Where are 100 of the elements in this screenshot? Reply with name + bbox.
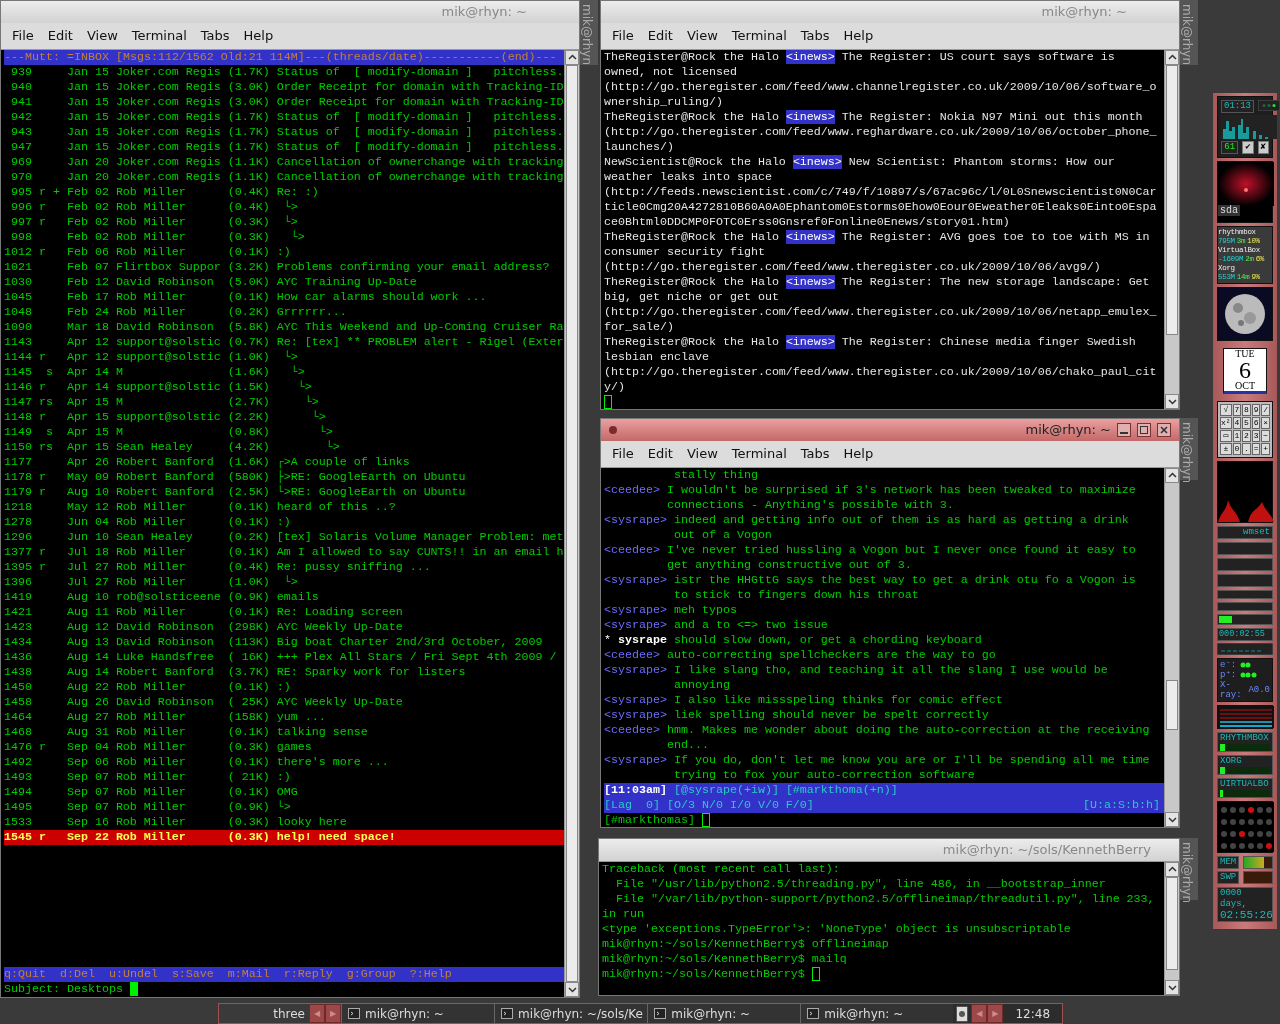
message-row[interactable]: 997 r Feb 02 Rob Miller (0.3K) └>	[4, 214, 564, 230]
message-row[interactable]: 1143 Apr 12 support@solstic (0.7K) Re: [tex] ** PROBLEM alert - Rigel (Exter	[4, 334, 564, 350]
message-row[interactable]: 1476 r Sep 04 Rob Miller (0.3K) games	[4, 739, 564, 755]
menu-item[interactable]: File	[5, 24, 41, 48]
message-row[interactable]: 939 Jan 15 Joker.com Regis (1.7K) Status of [ modify-domain ] pitchless.	[4, 64, 564, 80]
calculator-key[interactable]: 0	[1232, 443, 1242, 455]
calculator-key[interactable]: x²	[1220, 417, 1232, 429]
menu-item[interactable]: Edit	[640, 442, 680, 466]
task-button[interactable]: mik@rhyn: ~	[647, 1004, 801, 1023]
dock-button[interactable]: ✔	[1242, 141, 1254, 154]
message-row[interactable]: 1012 r Feb 06 Rob Miller (0.1K) :)	[4, 244, 564, 260]
calculator-key[interactable]: 3	[1251, 430, 1261, 442]
message-row[interactable]: 995 r + Feb 02 Rob Miller (0.4K) Re: :)	[4, 184, 564, 200]
close-icon[interactable]	[1157, 423, 1171, 437]
menu-item[interactable]: Tabs	[793, 24, 837, 48]
message-row[interactable]: 1150 rs Apr 15 Sean Healey (4.2K) └>	[4, 439, 564, 455]
scrollbar[interactable]	[1164, 49, 1179, 409]
message-row[interactable]: 1148 r Apr 15 support@solstic (2.2K) └>	[4, 409, 564, 425]
task-button[interactable]: mik@rhyn: ~	[341, 1004, 495, 1023]
calculator-key[interactable]: +	[1261, 443, 1270, 455]
message-row[interactable]: 996 r Feb 02 Rob Miller (0.4K) └>	[4, 199, 564, 215]
message-row[interactable]: 1421 Aug 11 Rob Miller (0.1K) Re: Loading screen	[4, 604, 564, 620]
message-row[interactable]: 1177 Apr 26 Robert Banford (1.6K) ┌>A couple of links	[4, 454, 564, 470]
calculator-key[interactable]: /	[1261, 404, 1270, 416]
window-menu-icon[interactable]	[607, 424, 619, 436]
menu-item[interactable]: File	[605, 24, 641, 48]
message-row[interactable]: 1492 Sep 06 Rob Miller (0.1K) there's more ...	[4, 754, 564, 770]
message-row[interactable]: 998 Feb 02 Rob Miller (0.3K) └>	[4, 229, 564, 245]
message-row[interactable]: 1218 May 12 Rob Miller (0.1K) heard of this ..?	[4, 499, 564, 515]
message-row[interactable]: 1434 Aug 13 David Robinson (113K) Big boat Charter 2nd/3rd October, 2009	[4, 634, 564, 650]
message-row[interactable]: 940 Jan 15 Joker.com Regis (3.0K) Order Receipt for domain with Tracking-ID	[4, 79, 564, 95]
calculator-key[interactable]: 4	[1232, 417, 1242, 429]
message-row[interactable]: 1494 Sep 07 Rob Miller (0.1K) OMG	[4, 784, 564, 800]
calculator-key[interactable]: 6	[1251, 417, 1261, 429]
message-row[interactable]: 1179 r Aug 10 Robert Banford (2.5K) └>RE: GoogleEarth on Ubuntu	[4, 484, 564, 500]
calculator-key[interactable]: 2	[1242, 430, 1251, 442]
menu-item[interactable]: View	[79, 24, 125, 48]
menu-item[interactable]: Terminal	[724, 24, 794, 48]
message-row[interactable]: 1145 s Apr 14 M (1.6K) └>	[4, 364, 564, 380]
message-row[interactable]: 1545 r Sep 22 Rob Miller (0.3K) help! need space!	[4, 829, 564, 845]
scrollbar[interactable]	[564, 49, 579, 997]
message-row[interactable]: 1178 r May 09 Robert Banford (580K) ├>RE: GoogleEarth on Ubuntu	[4, 469, 564, 485]
menu-item[interactable]: Edit	[640, 24, 680, 48]
message-row[interactable]: 1021 Feb 07 Flirtbox Suppor (3.2K) Problems confirming your email address?	[4, 259, 564, 275]
menu-item[interactable]: View	[679, 24, 725, 48]
scroll-thumb[interactable]	[1166, 877, 1178, 970]
message-row[interactable]: 1149 s Apr 15 M (0.8K) └>	[4, 424, 564, 440]
menu-item[interactable]: Tabs	[193, 24, 237, 48]
minimize-icon[interactable]	[1117, 423, 1131, 437]
message-row[interactable]: 1419 Aug 10 rob@solsticeene (0.9K) emails	[4, 589, 564, 605]
calculator-key[interactable]: .	[1242, 443, 1251, 455]
menu-item[interactable]: View	[679, 442, 725, 466]
message-row[interactable]: 942 Jan 15 Joker.com Regis (1.7K) Status of [ modify-domain ] pitchless.	[4, 109, 564, 125]
message-row[interactable]: 1493 Sep 07 Rob Miller ( 21K) :)	[4, 769, 564, 785]
message-row[interactable]: 1048 Feb 24 Rob Miller (0.2K) Grrrrrr...	[4, 304, 564, 320]
message-row[interactable]: 970 Jan 20 Joker.com Regis (1.1K) Cancellation of ownerchange with tracking	[4, 169, 564, 185]
calculator-key[interactable]: 9	[1251, 404, 1261, 416]
maximize-icon[interactable]	[1137, 423, 1151, 437]
menu-item[interactable]: Terminal	[124, 24, 194, 48]
scrollbar[interactable]	[1164, 862, 1179, 995]
message-row[interactable]: 1377 r Jul 18 Rob Miller (0.1K) Am I allowed to say CUNTS!! in an email h	[4, 544, 564, 560]
menu-item[interactable]: Edit	[40, 24, 80, 48]
message-row[interactable]: 1458 Aug 26 David Robinson ( 25K) AYC Weekly Up-Date	[4, 694, 564, 710]
scroll-thumb[interactable]	[1166, 64, 1178, 335]
message-row[interactable]: 1464 Aug 27 Rob Miller (158K) yum ...	[4, 709, 564, 725]
task-button[interactable]: mik@rhyn: ~	[800, 1004, 954, 1023]
calculator-key[interactable]: 5	[1242, 417, 1251, 429]
task-button[interactable]: mik@rhyn: ~/sols/Ke	[494, 1004, 648, 1023]
message-row[interactable]: 1436 Aug 14 Luke Handsfree ( 16K) +++ Plex All Stars / Fri Sept 4th 2009 /	[4, 649, 564, 665]
calculator-key[interactable]: ×	[1261, 417, 1270, 429]
calculator-key[interactable]: √	[1220, 404, 1232, 416]
message-row[interactable]: 941 Jan 15 Joker.com Regis (3.0K) Order Receipt for domain with Tracking-ID	[4, 94, 564, 110]
message-row[interactable]: 1395 r Jul 27 Rob Miller (0.4K) Re: pussy sniffing ...	[4, 559, 564, 575]
calculator-key[interactable]: 7	[1232, 404, 1242, 416]
menu-item[interactable]: Tabs	[793, 442, 837, 466]
message-row[interactable]: 943 Jan 15 Joker.com Regis (1.7K) Status of [ modify-domain ] pitchless.	[4, 124, 564, 140]
menu-item[interactable]: Help	[236, 24, 281, 48]
calculator-key[interactable]: ▭	[1220, 430, 1232, 442]
dock-button[interactable]: ✘	[1257, 141, 1269, 154]
message-row[interactable]: 1438 Aug 14 Robert Banford (3.7K) RE: Sparky work for listers	[4, 664, 564, 680]
scroll-thumb[interactable]	[566, 64, 578, 982]
calculator-key[interactable]: −	[1261, 430, 1270, 442]
message-row[interactable]: 1045 Feb 17 Rob Miller (0.1K) How car alarms should work ...	[4, 289, 564, 305]
calculator-key[interactable]: ±	[1220, 443, 1232, 455]
calculator-key[interactable]: 1	[1232, 430, 1242, 442]
menu-item[interactable]: Help	[836, 24, 881, 48]
message-row[interactable]: 947 Jan 15 Joker.com Regis (1.7K) Status of [ modify-domain ] pitchless.	[4, 139, 564, 155]
menu-item[interactable]: Terminal	[724, 442, 794, 466]
message-row[interactable]: 1144 r Apr 12 support@solstic (1.0K) └>	[4, 349, 564, 365]
message-row[interactable]: 1147 rs Apr 15 M (2.7K) └>	[4, 394, 564, 410]
message-row[interactable]: 1146 r Apr 14 support@solstic (1.5K) └>	[4, 379, 564, 395]
message-row[interactable]: 1030 Feb 12 David Robinson (5.0K) AYC Training Up-Date	[4, 274, 564, 290]
workspace-name[interactable]: three	[219, 1004, 309, 1023]
message-row[interactable]: 1533 Sep 16 Rob Miller (0.3K) looky here	[4, 814, 564, 830]
message-row[interactable]: 1296 Jun 10 Sean Healey (0.2K) [tex] Solaris Volume Manager Problem: met	[4, 529, 564, 545]
calculator-key[interactable]: =	[1251, 443, 1261, 455]
message-row[interactable]: 1450 Aug 22 Rob Miller (0.1K) :)	[4, 679, 564, 695]
menu-item[interactable]: File	[605, 442, 641, 466]
calculator-key[interactable]: 8	[1242, 404, 1251, 416]
message-row[interactable]: 1423 Aug 12 David Robinson (298K) AYC Weekly Up-Date	[4, 619, 564, 635]
